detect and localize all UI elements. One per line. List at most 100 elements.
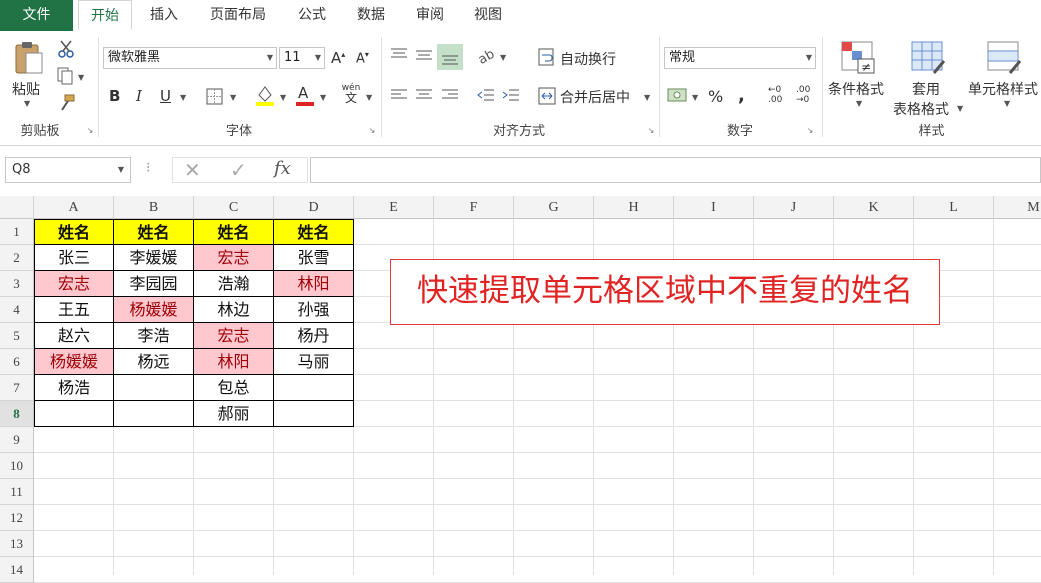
table-cell[interactable]: 李媛媛	[114, 245, 194, 271]
clipboard-launcher-icon[interactable]: ↘	[86, 127, 94, 135]
paste-dropdown-icon[interactable]: ▼	[24, 99, 30, 108]
tab-data[interactable]: 数据	[345, 0, 397, 31]
decrease-font-icon[interactable]: A▾	[356, 50, 369, 66]
row-header[interactable]: 10	[0, 453, 34, 479]
table-cell[interactable]: 李浩	[114, 323, 194, 349]
column-header[interactable]: K	[834, 196, 914, 219]
wrap-text-button[interactable]: 自动换行	[560, 49, 616, 69]
number-launcher-icon[interactable]: ↘	[806, 127, 814, 135]
number-format-select[interactable]: 常规 ▼	[664, 47, 816, 69]
table-cell[interactable]: 包总	[194, 375, 274, 401]
tab-review[interactable]: 审阅	[404, 0, 456, 31]
table-cell[interactable]: 杨媛媛	[114, 297, 194, 323]
fill-color-icon[interactable]	[254, 83, 276, 107]
paste-icon[interactable]	[12, 39, 46, 77]
border-dropdown-icon[interactable]: ▼	[230, 93, 236, 102]
wrap-text-icon[interactable]	[537, 47, 557, 67]
table-header-cell[interactable]: 姓名	[194, 219, 274, 245]
table-header-cell[interactable]: 姓名	[274, 219, 354, 245]
table-cell[interactable]: 张三	[34, 245, 114, 271]
tab-file[interactable]: 文件	[0, 0, 73, 31]
tab-insert[interactable]: 插入	[140, 0, 188, 31]
percent-icon[interactable]: %	[708, 87, 723, 106]
table-cell[interactable]: 杨丹	[274, 323, 354, 349]
merge-dropdown-icon[interactable]: ▼	[644, 93, 650, 102]
enter-icon[interactable]: ✓	[230, 158, 247, 182]
column-header[interactable]: I	[674, 196, 754, 219]
font-size-select[interactable]: 11 ▼	[279, 47, 325, 69]
tab-formulas[interactable]: 公式	[286, 0, 338, 31]
table-cell[interactable]: 郝丽	[194, 401, 274, 427]
column-header[interactable]: F	[434, 196, 514, 219]
table-cell[interactable]	[114, 401, 194, 427]
column-header[interactable]: J	[754, 196, 834, 219]
align-center-icon[interactable]	[414, 87, 434, 103]
insert-function-icon[interactable]: fx	[274, 158, 291, 179]
merge-center-icon[interactable]	[537, 86, 557, 106]
column-header[interactable]: E	[354, 196, 434, 219]
row-header[interactable]: 4	[0, 297, 34, 323]
column-header[interactable]: L	[914, 196, 994, 219]
cell-styles-dropdown-icon[interactable]: ▼	[1004, 99, 1010, 108]
row-header[interactable]: 8	[0, 401, 34, 427]
row-header[interactable]: 6	[0, 349, 34, 375]
table-cell[interactable]: 杨浩	[34, 375, 114, 401]
alignment-launcher-icon[interactable]: ↘	[647, 127, 655, 135]
cut-icon[interactable]	[56, 39, 76, 59]
table-cell[interactable]: 宏志	[194, 323, 274, 349]
table-cell[interactable]: 林边	[194, 297, 274, 323]
name-box[interactable]: Q8 ▼	[5, 157, 131, 183]
italic-icon[interactable]: I	[136, 87, 142, 105]
select-all-corner[interactable]	[0, 196, 34, 219]
phonetic-icon[interactable]: wén 文	[341, 83, 361, 105]
comma-icon[interactable]: ,	[738, 85, 745, 106]
tab-home[interactable]: 开始	[78, 0, 132, 30]
copy-icon[interactable]: ▼	[56, 66, 86, 86]
merge-center-button[interactable]: 合并后居中	[560, 87, 630, 107]
chevron-down-icon[interactable]: ▼	[118, 158, 124, 182]
row-header[interactable]: 1	[0, 219, 34, 245]
format-as-table-button[interactable]: 表格格式	[893, 99, 949, 119]
format-painter-icon[interactable]	[56, 93, 76, 113]
table-cell[interactable]: 杨远	[114, 349, 194, 375]
row-header[interactable]: 9	[0, 427, 34, 453]
conditional-format-dropdown-icon[interactable]: ▼	[856, 99, 862, 108]
decrease-decimal-icon[interactable]: .00 →0	[796, 85, 810, 105]
decrease-indent-icon[interactable]	[476, 87, 496, 103]
underline-dropdown-icon[interactable]: ▼	[180, 93, 186, 102]
format-as-table-dropdown-icon[interactable]: ▼	[957, 104, 963, 113]
table-header-cell[interactable]: 姓名	[34, 219, 114, 245]
row-header[interactable]: 11	[0, 479, 34, 505]
row-header[interactable]: 14	[0, 557, 34, 583]
font-color-icon[interactable]: A	[294, 83, 316, 107]
conditional-format-button[interactable]: 条件格式	[828, 79, 884, 99]
border-icon[interactable]	[205, 87, 225, 107]
table-cell[interactable]: 林阳	[274, 271, 354, 297]
increase-decimal-icon[interactable]: ←0.00	[768, 85, 782, 105]
column-header[interactable]: M	[994, 196, 1041, 219]
align-top-icon[interactable]	[389, 47, 409, 63]
increase-font-icon[interactable]: A▴	[331, 49, 345, 67]
column-header[interactable]: A	[34, 196, 114, 219]
row-header[interactable]: 13	[0, 531, 34, 557]
cell-styles-icon[interactable]	[984, 39, 1024, 77]
bold-icon[interactable]: B	[109, 87, 120, 105]
table-cell[interactable]	[274, 375, 354, 401]
table-cell[interactable]: 杨媛媛	[34, 349, 114, 375]
tab-view[interactable]: 视图	[462, 0, 514, 31]
row-header[interactable]: 12	[0, 505, 34, 531]
currency-icon[interactable]	[666, 84, 690, 106]
currency-dropdown-icon[interactable]: ▼	[692, 93, 698, 102]
align-left-icon[interactable]	[389, 87, 409, 103]
align-right-icon[interactable]	[440, 87, 460, 103]
row-header[interactable]: 2	[0, 245, 34, 271]
table-cell[interactable]: 孙强	[274, 297, 354, 323]
font-launcher-icon[interactable]: ↘	[368, 127, 376, 135]
table-cell[interactable]: 宏志	[194, 245, 274, 271]
table-cell[interactable]: 浩瀚	[194, 271, 274, 297]
format-as-table-line1[interactable]: 套用	[912, 79, 940, 99]
table-cell[interactable]: 李园园	[114, 271, 194, 297]
paste-button[interactable]: 粘贴	[12, 79, 40, 99]
table-header-cell[interactable]: 姓名	[114, 219, 194, 245]
align-bottom-icon[interactable]	[437, 44, 463, 70]
